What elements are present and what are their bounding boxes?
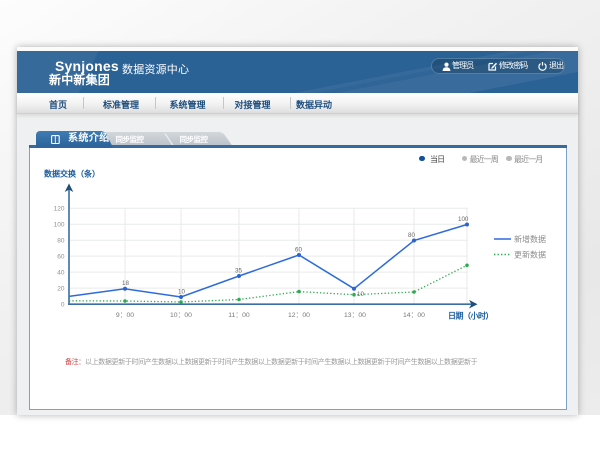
- svg-text:14：00: 14：00: [403, 312, 425, 319]
- svg-text:60: 60: [57, 254, 65, 261]
- svg-text:20: 20: [57, 286, 65, 293]
- svg-text:100: 100: [458, 216, 469, 223]
- svg-text:80: 80: [57, 238, 65, 245]
- svg-text:13：00: 13：00: [344, 312, 366, 319]
- svg-text:9：00: 9：00: [116, 312, 134, 319]
- svg-text:80: 80: [408, 232, 415, 239]
- svg-text:40: 40: [57, 270, 65, 277]
- svg-text:35: 35: [235, 268, 242, 275]
- svg-text:10: 10: [357, 291, 364, 298]
- svg-text:数据交换（条）: 数据交换（条）: [44, 169, 100, 179]
- svg-text:日期（小时）: 日期（小时）: [448, 311, 493, 321]
- svg-text:12：00: 12：00: [288, 312, 310, 319]
- svg-text:18: 18: [122, 280, 129, 287]
- svg-text:10: 10: [178, 289, 185, 296]
- svg-text:更新数据: 更新数据: [514, 250, 546, 260]
- svg-text:60: 60: [295, 247, 302, 254]
- svg-text:新增数据: 新增数据: [514, 234, 546, 244]
- svg-text:11：00: 11：00: [228, 312, 250, 319]
- svg-text:100: 100: [54, 222, 65, 229]
- svg-text:120: 120: [54, 206, 65, 213]
- svg-text:0: 0: [61, 302, 65, 309]
- svg-text:10：00: 10：00: [170, 312, 192, 319]
